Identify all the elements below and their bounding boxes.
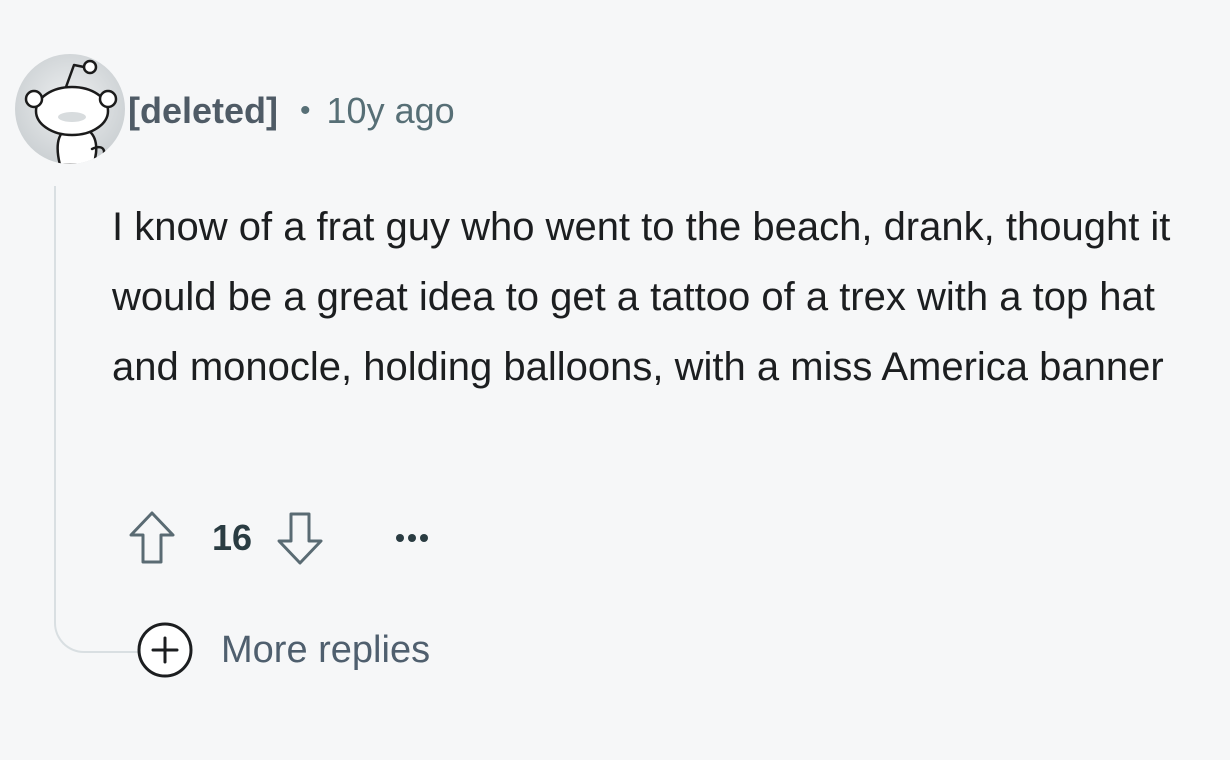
- comment-body: I know of a frat guy who went to the bea…: [112, 205, 1171, 389]
- comment-header: [deleted] • 10y ago: [128, 86, 455, 136]
- meta-separator: •: [300, 94, 311, 127]
- upvote-arrow-icon[interactable]: [128, 510, 176, 566]
- comment-actions: 16: [128, 508, 434, 568]
- more-replies-label: More replies: [221, 628, 431, 671]
- snoo-avatar-icon[interactable]: [14, 53, 126, 165]
- downvote-arrow-icon[interactable]: [276, 510, 324, 566]
- author-name[interactable]: [deleted]: [128, 90, 278, 132]
- vote-score: 16: [212, 517, 253, 558]
- ellipsis-icon[interactable]: [394, 528, 434, 548]
- comment: [deleted] • 10y ago I know of a frat guy…: [0, 0, 1230, 760]
- more-replies-button[interactable]: More replies: [136, 620, 430, 680]
- comment-timestamp[interactable]: 10y ago: [327, 90, 455, 132]
- plus-circle-icon: [136, 621, 194, 679]
